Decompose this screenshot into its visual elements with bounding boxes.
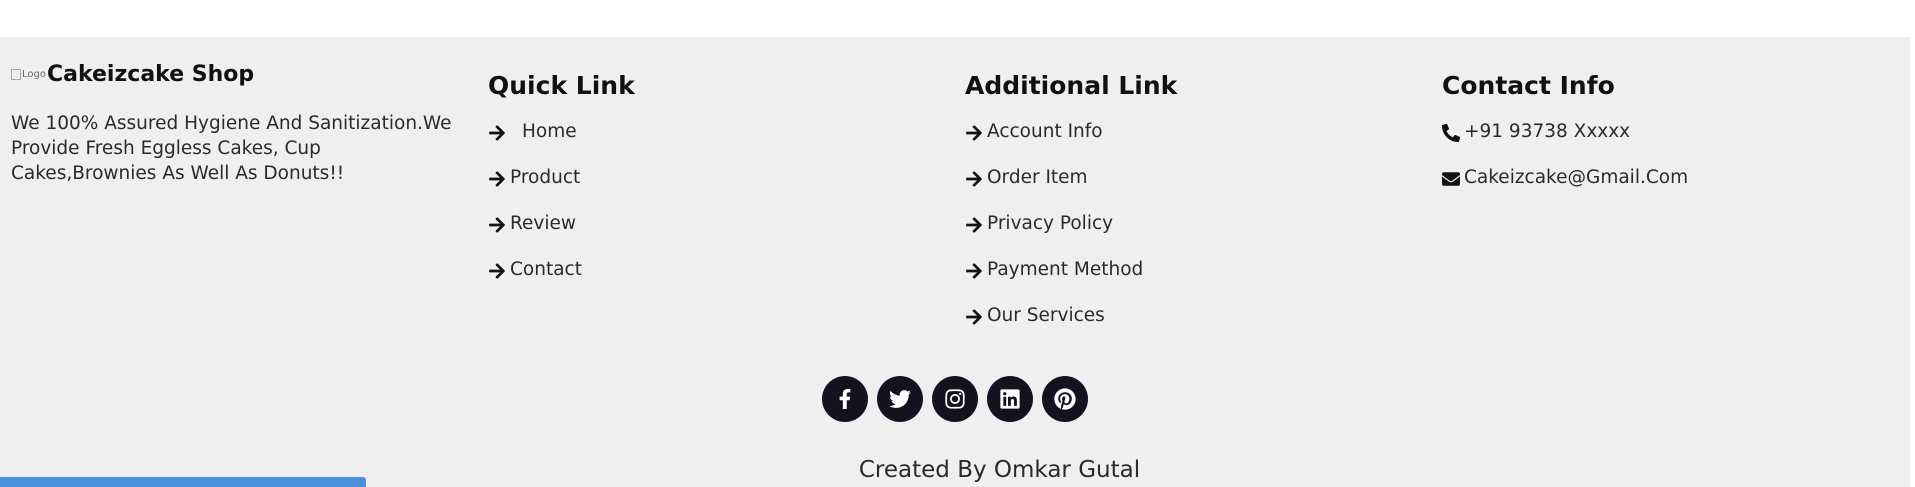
facebook-icon (839, 389, 851, 409)
social-links (822, 376, 1088, 422)
additional-link-list: Account Info Order Item Privacy Policy P… (965, 121, 1143, 351)
additional-link-our-services[interactable]: Our Services (965, 305, 1143, 351)
link-label: Privacy Policy (987, 213, 1114, 234)
twitter-button[interactable] (877, 376, 923, 422)
link-label: Our Services (987, 305, 1105, 326)
arrow-right-icon (489, 171, 505, 187)
quick-link-contact[interactable]: Contact (488, 259, 582, 305)
status-bar (0, 477, 366, 487)
arrow-right-icon (489, 217, 505, 233)
quick-link-home[interactable]: Home (488, 121, 582, 167)
link-label: Contact (510, 259, 582, 280)
link-label: Payment Method (987, 259, 1144, 280)
status-bar-text (0, 477, 366, 479)
additional-link-account-info[interactable]: Account Info (965, 121, 1143, 167)
pinterest-icon (1054, 388, 1076, 410)
instagram-icon (945, 389, 965, 409)
link-label: Review (510, 213, 577, 234)
logo-alt-text: Logo (22, 69, 46, 80)
envelope-icon (1442, 172, 1460, 186)
linkedin-button[interactable] (987, 376, 1033, 422)
logo-image: Logo (11, 69, 46, 80)
arrow-right-icon (966, 217, 982, 233)
contact-email[interactable]: Cakeizcake@Gmail.Com (1442, 167, 1688, 213)
additional-link-payment-method[interactable]: Payment Method (965, 259, 1143, 305)
site-footer: Logo Cakeizcake Shop We 100% Assured Hyg… (0, 37, 1910, 487)
contact-info-list: +91 93738 Xxxxx Cakeizcake@Gmail.Com (1442, 121, 1688, 213)
arrow-right-icon (966, 309, 982, 325)
additional-link-privacy-policy[interactable]: Privacy Policy (965, 213, 1143, 259)
arrow-right-icon (966, 125, 982, 141)
contact-phone[interactable]: +91 93738 Xxxxx (1442, 121, 1688, 167)
arrow-right-icon (966, 263, 982, 279)
pinterest-button[interactable] (1042, 376, 1088, 422)
brand[interactable]: Logo Cakeizcake Shop (11, 62, 254, 87)
quick-link-list: Home Product Review Contact (488, 121, 582, 305)
broken-image-icon (11, 69, 21, 80)
arrow-right-icon (489, 263, 505, 279)
quick-link-product[interactable]: Product (488, 167, 582, 213)
twitter-icon (889, 390, 911, 408)
facebook-button[interactable] (822, 376, 868, 422)
link-label: Account Info (987, 121, 1103, 142)
link-label: Order Item (987, 167, 1088, 188)
link-label: Home (522, 121, 577, 142)
link-label: Product (510, 167, 581, 188)
phone-icon (1442, 124, 1460, 142)
about-text: We 100% Assured Hygiene And Sanitization… (11, 113, 452, 184)
brand-name: Cakeizcake Shop (46, 62, 255, 87)
linkedin-icon (1000, 389, 1020, 409)
contact-info-heading: Contact Info (1442, 71, 1615, 100)
phone-number: +91 93738 Xxxxx (1464, 121, 1631, 142)
arrow-right-icon (966, 171, 982, 187)
quick-link-review[interactable]: Review (488, 213, 582, 259)
additional-link-heading: Additional Link (965, 71, 1178, 100)
instagram-button[interactable] (932, 376, 978, 422)
email-address: Cakeizcake@Gmail.Com (1464, 167, 1689, 188)
arrow-right-icon (489, 125, 505, 141)
credit-text: Created By Omkar Gutal (858, 457, 1141, 483)
quick-link-heading: Quick Link (488, 71, 635, 100)
additional-link-order-item[interactable]: Order Item (965, 167, 1143, 213)
page-edge (1910, 0, 1915, 260)
